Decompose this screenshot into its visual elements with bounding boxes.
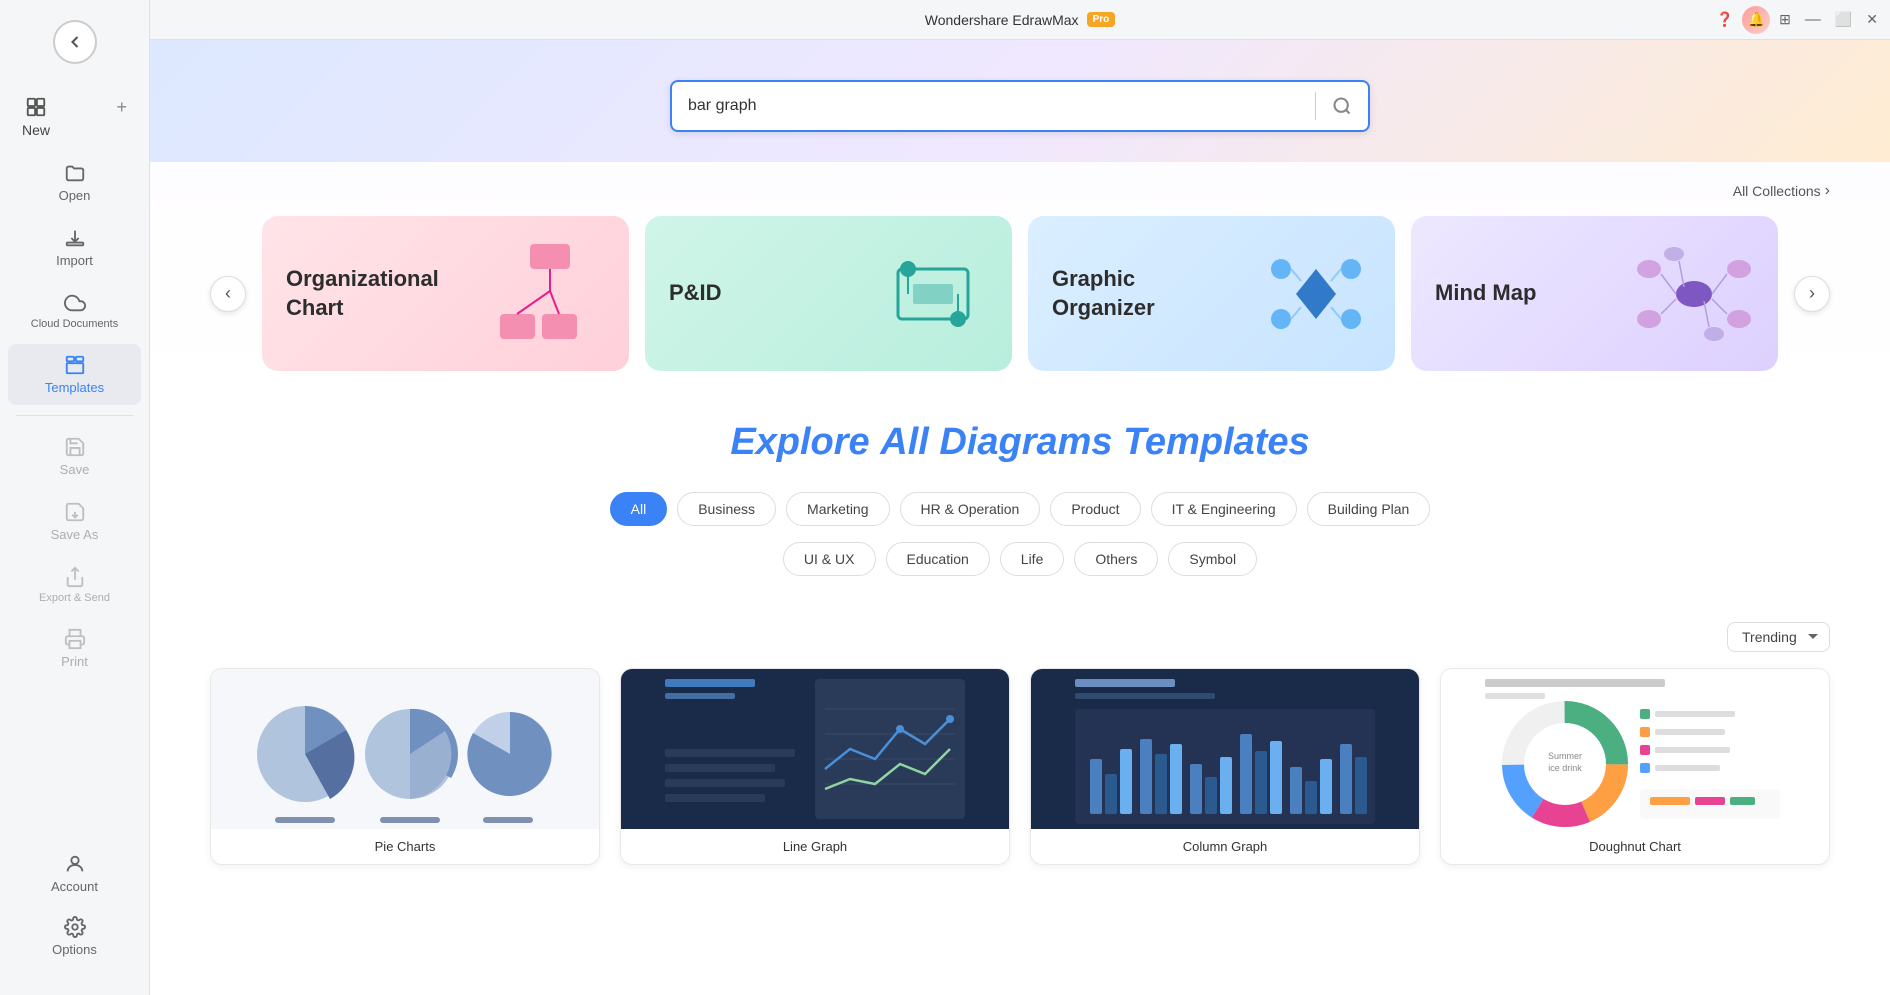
filter-tag-product[interactable]: Product	[1050, 492, 1140, 526]
sidebar-label-options: Options	[52, 942, 97, 957]
carousel-card-pid[interactable]: P&ID	[645, 216, 1012, 371]
help-icon[interactable]: ❓	[1716, 11, 1733, 28]
sidebar-label-print: Print	[61, 654, 88, 669]
template-card-label-donut: Doughnut Chart	[1441, 829, 1829, 864]
sidebar-bottom: Account Options	[0, 841, 149, 985]
template-card-img-bar	[1031, 669, 1419, 829]
filter-tag-marketing[interactable]: Marketing	[786, 492, 889, 526]
sidebar: New + Open Import Cloud Documents Templa…	[0, 0, 150, 995]
template-card-img-line	[621, 669, 1009, 829]
explore-section: Explore All Diagrams Templates All Busin…	[150, 381, 1890, 612]
chevron-right-icon: ›	[1825, 182, 1830, 200]
filter-tag-life[interactable]: Life	[1000, 542, 1065, 576]
mind-map-icon	[1634, 239, 1754, 349]
template-card-label-line: Line Graph	[621, 829, 1009, 864]
main-area: Wondershare EdrawMax Pro ❓ 🔔 ⊞ — ⬜ ✕	[150, 0, 1890, 995]
card-title-graphic: GraphicOrganizer	[1052, 265, 1155, 322]
svg-text:ice drink: ice drink	[1548, 763, 1582, 773]
content-area: All Collections › ‹ OrganizationalChart	[150, 40, 1890, 995]
pid-icon	[878, 239, 988, 349]
template-card-bar[interactable]: Column Graph	[1030, 668, 1420, 865]
filter-tag-all[interactable]: All	[610, 492, 668, 526]
sidebar-item-saveas[interactable]: Save As	[8, 491, 141, 552]
sidebar-label-templates: Templates	[45, 380, 104, 395]
restore-button[interactable]: ⬜	[1835, 11, 1852, 28]
sidebar-label-cloud: Cloud Documents	[31, 318, 118, 330]
filter-tag-others[interactable]: Others	[1074, 542, 1158, 576]
template-card-line[interactable]: Line Graph	[620, 668, 1010, 865]
filter-tag-ui[interactable]: UI & UX	[783, 542, 876, 576]
sidebar-item-export[interactable]: Export & Send	[8, 556, 141, 614]
template-card-img-donut: Summer ice drink	[1441, 669, 1829, 829]
carousel-card-mindmap[interactable]: Mind Map	[1411, 216, 1778, 371]
card-title-pid: P&ID	[669, 279, 722, 308]
minimize-button[interactable]: —	[1805, 11, 1821, 29]
sort-select[interactable]: Trending Newest Popular	[1727, 622, 1830, 652]
sidebar-label-export: Export & Send	[39, 592, 110, 604]
sidebar-item-cloud[interactable]: Cloud Documents	[8, 282, 141, 340]
card-title-org: OrganizationalChart	[286, 265, 439, 322]
card-title-mindmap: Mind Map	[1435, 279, 1536, 308]
template-card-img-pie	[211, 669, 599, 829]
sidebar-label-saveas: Save As	[51, 527, 99, 542]
svg-text:Summer: Summer	[1548, 751, 1582, 761]
notification-icon[interactable]: 🔔	[1748, 11, 1765, 28]
filter-tag-building[interactable]: Building Plan	[1307, 492, 1431, 526]
sidebar-item-save[interactable]: Save	[8, 426, 141, 487]
sidebar-item-open[interactable]: Open	[8, 152, 141, 213]
sidebar-item-new[interactable]: New +	[8, 86, 141, 148]
template-card-label-bar: Column Graph	[1031, 829, 1419, 864]
carousel-card-org[interactable]: OrganizationalChart	[262, 216, 629, 371]
collections-header: All Collections ›	[210, 182, 1830, 200]
sidebar-item-import[interactable]: Import	[8, 217, 141, 278]
template-grid: Pie Charts	[150, 668, 1890, 905]
filter-tag-business[interactable]: Business	[677, 492, 776, 526]
sidebar-label-new: New	[22, 122, 50, 138]
search-bar	[670, 80, 1370, 132]
sidebar-item-print[interactable]: Print	[8, 618, 141, 679]
sidebar-label-import: Import	[56, 253, 93, 268]
carousel-prev-button[interactable]: ‹	[210, 276, 246, 312]
template-card-donut[interactable]: Summer ice drink	[1440, 668, 1830, 865]
carousel-cards: OrganizationalChart P&ID	[262, 216, 1778, 371]
graphic-organizer-icon	[1261, 239, 1371, 349]
pro-badge: Pro	[1087, 12, 1116, 27]
sidebar-item-templates[interactable]: Templates	[8, 344, 141, 405]
search-button[interactable]	[1316, 80, 1368, 132]
search-input[interactable]	[672, 97, 1315, 115]
template-card-label-pie: Pie Charts	[211, 829, 599, 864]
titlebar-controls: ❓ 🔔 ⊞ — ⬜ ✕	[1716, 11, 1878, 29]
new-plus-icon: +	[116, 97, 127, 118]
filter-tag-symbol[interactable]: Symbol	[1168, 542, 1257, 576]
sidebar-label-save: Save	[60, 462, 90, 477]
sidebar-label-account: Account	[51, 879, 98, 894]
back-button[interactable]	[53, 20, 97, 64]
collections-section: All Collections › ‹ OrganizationalChart	[150, 162, 1890, 381]
carousel-card-graphic[interactable]: GraphicOrganizer	[1028, 216, 1395, 371]
all-collections-link[interactable]: All Collections ›	[1733, 182, 1830, 200]
sidebar-item-account[interactable]: Account	[8, 843, 141, 904]
close-button[interactable]: ✕	[1866, 11, 1878, 28]
apps-icon[interactable]: ⊞	[1779, 11, 1791, 28]
explore-title: Explore All Diagrams Templates	[210, 421, 1830, 464]
filter-tag-it[interactable]: IT & Engineering	[1151, 492, 1297, 526]
carousel: ‹ OrganizationalChart	[210, 216, 1830, 371]
carousel-next-button[interactable]: ›	[1794, 276, 1830, 312]
app-title: Wondershare EdrawMax Pro	[925, 12, 1115, 28]
template-card-pie[interactable]: Pie Charts	[210, 668, 600, 865]
hero-section	[150, 40, 1890, 162]
filter-tag-education[interactable]: Education	[886, 542, 990, 576]
trending-row: Trending Newest Popular	[150, 612, 1890, 668]
filter-tags-row1: All Business Marketing HR & Operation Pr…	[210, 492, 1830, 526]
filter-tags-row2: UI & UX Education Life Others Symbol	[210, 542, 1830, 576]
sidebar-label-open: Open	[59, 188, 91, 203]
sidebar-item-options[interactable]: Options	[8, 906, 141, 967]
title-bar: Wondershare EdrawMax Pro ❓ 🔔 ⊞ — ⬜ ✕	[150, 0, 1890, 40]
filter-tag-hr[interactable]: HR & Operation	[900, 492, 1041, 526]
org-chart-icon	[495, 239, 605, 349]
